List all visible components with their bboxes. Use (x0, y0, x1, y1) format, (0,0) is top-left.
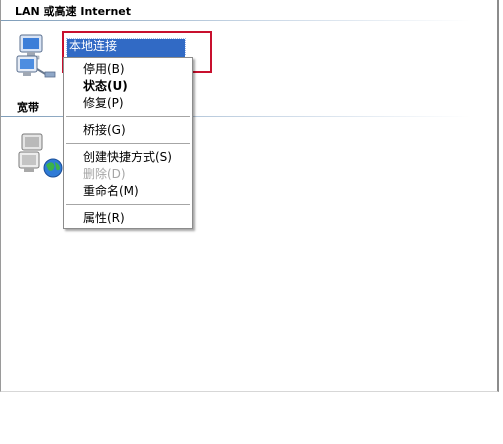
broadband-connection-icon[interactable] (15, 132, 67, 180)
menu-item-rename[interactable]: 重命名(M) (64, 183, 192, 200)
context-menu: 停用(B) 状态(U) 修复(P) 桥接(G) 创建快捷方式(S) 删除(D) … (63, 57, 193, 229)
group-header-lan: LAN 或高速 Internet (15, 5, 132, 18)
menu-separator (66, 204, 190, 206)
menu-item-bridge[interactable]: 桥接(G) (64, 122, 192, 139)
menu-item-delete: 删除(D) (83, 167, 126, 181)
menu-separator (66, 116, 190, 118)
menu-separator (66, 143, 190, 145)
menu-item-create-shortcut[interactable]: 创建快捷方式(S) (64, 149, 192, 166)
menu-item-properties[interactable]: 属性(R) (64, 210, 192, 227)
group-divider-lan (1, 20, 471, 21)
menu-item-repair[interactable]: 修复(P) (64, 95, 192, 112)
menu-item-disable[interactable]: 停用(B) (64, 61, 192, 78)
network-connection-icon[interactable] (15, 33, 63, 79)
group-header-broadband: 宽带 (17, 101, 39, 114)
menu-item-status[interactable]: 状态(U) (64, 78, 192, 95)
